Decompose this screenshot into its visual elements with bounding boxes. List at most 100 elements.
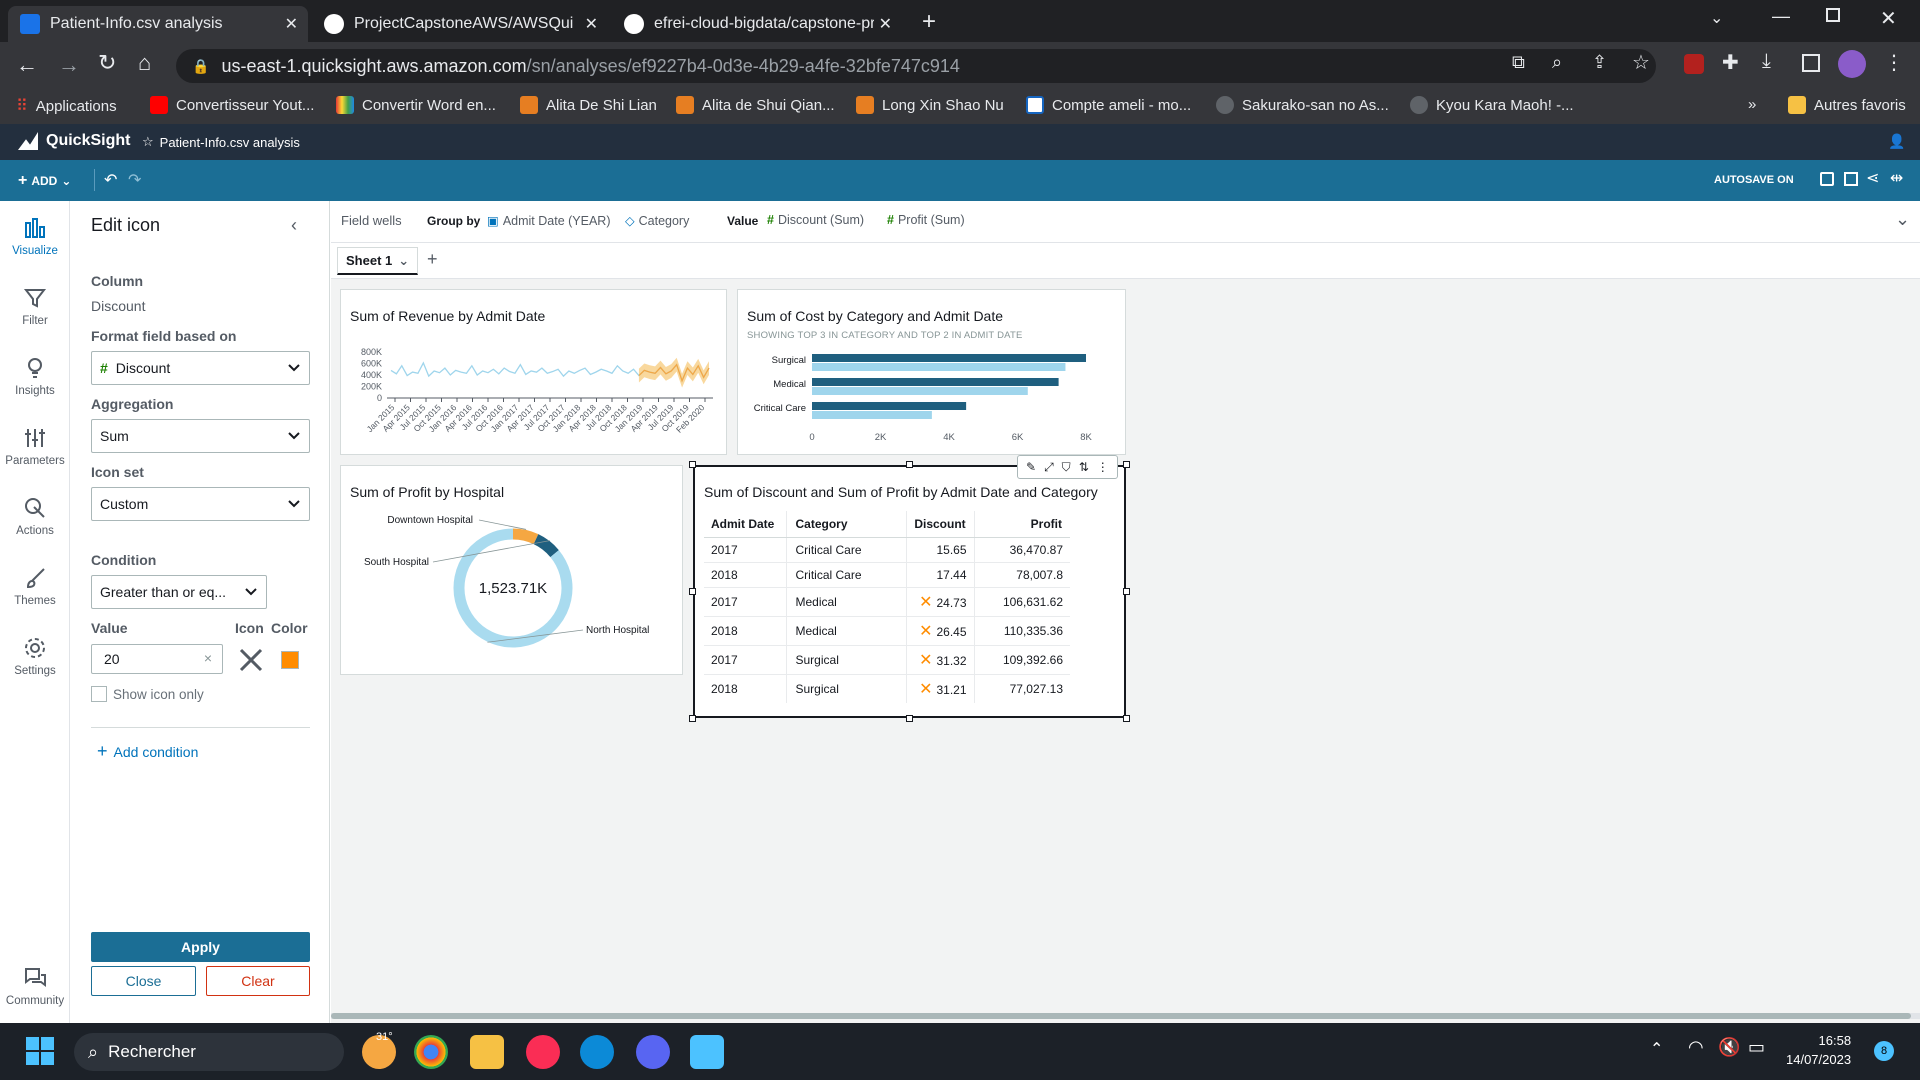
- url-field[interactable]: 🔒 us-east-1.quicksight.aws.amazon.com/sn…: [176, 49, 1656, 83]
- clear-input-icon[interactable]: ×: [204, 650, 212, 666]
- rail-settings[interactable]: Settings: [0, 635, 70, 677]
- rail-themes[interactable]: Themes: [0, 565, 70, 607]
- extensions-icon[interactable]: ✚: [1722, 50, 1739, 75]
- resize-handle[interactable]: [906, 461, 913, 468]
- horizontal-scrollbar[interactable]: [331, 1013, 1920, 1019]
- bookmark-item[interactable]: Long Xin Shao Nu: [856, 96, 1004, 114]
- rail-insights[interactable]: Insights: [0, 355, 70, 397]
- bookmark-item[interactable]: Convertisseur Yout...: [150, 96, 314, 114]
- more-options-icon[interactable]: ⋮: [1097, 460, 1109, 474]
- publish-icon[interactable]: ⇹: [1890, 168, 1903, 188]
- aggregation-select[interactable]: Sum: [91, 419, 310, 453]
- undo-icon[interactable]: ↶: [104, 170, 117, 190]
- column-header[interactable]: Category: [786, 511, 907, 538]
- profile-avatar[interactable]: [1838, 50, 1866, 78]
- edit-pencil-icon[interactable]: ✎: [1026, 460, 1036, 474]
- expand-field-wells-icon[interactable]: ⌄: [1895, 209, 1910, 230]
- share-icon[interactable]: ⇪: [1592, 52, 1607, 73]
- swap-icon[interactable]: ⇅: [1079, 460, 1089, 474]
- bookmark-item[interactable]: Alita de Shui Qian...: [676, 96, 835, 114]
- resize-handle[interactable]: [1123, 588, 1130, 595]
- collapse-panel-icon[interactable]: ‹: [291, 215, 297, 236]
- add-condition-link[interactable]: + Add condition: [97, 741, 198, 762]
- notepad-icon[interactable]: [690, 1035, 724, 1069]
- icon-set-select[interactable]: Custom: [91, 487, 310, 521]
- resize-handle[interactable]: [689, 461, 696, 468]
- resize-handle[interactable]: [689, 715, 696, 722]
- tab-efrei[interactable]: efrei-cloud-bigdata/capstone-pr ✕: [612, 6, 902, 42]
- ublock-icon[interactable]: [1684, 54, 1704, 74]
- file-explorer-icon[interactable]: [470, 1035, 504, 1069]
- checkbox-box[interactable]: [91, 686, 107, 702]
- color-swatch[interactable]: [281, 651, 299, 669]
- value-field[interactable]: # Profit (Sum): [887, 213, 965, 227]
- tab-patient-info[interactable]: Patient-Info.csv analysis ✕: [8, 6, 308, 42]
- rail-visualize[interactable]: Visualize: [0, 215, 70, 257]
- table-row[interactable]: 2017 Critical Care 15.65 36,470.87: [704, 537, 1070, 563]
- resize-handle[interactable]: [1123, 715, 1130, 722]
- home-icon[interactable]: ⌂: [138, 50, 151, 76]
- sidepanel-icon[interactable]: [1802, 54, 1820, 72]
- volume-muted-icon[interactable]: 🔇: [1718, 1037, 1740, 1058]
- clear-button[interactable]: Clear: [206, 966, 310, 996]
- bookmark-item[interactable]: Alita De Shi Lian: [520, 96, 657, 114]
- filter-icon[interactable]: ⛉: [1062, 460, 1071, 475]
- revenue-visual[interactable]: Sum of Revenue by Admit Date 800K 600K 400…: [340, 289, 727, 455]
- column-header[interactable]: Discount: [906, 511, 975, 538]
- restore-button[interactable]: [1826, 8, 1840, 22]
- value-input[interactable]: 20 ×: [91, 644, 223, 674]
- new-tab-button[interactable]: +: [922, 8, 936, 36]
- group-by-field[interactable]: ◇ Category: [625, 213, 689, 229]
- column-header[interactable]: Admit Date: [704, 511, 787, 538]
- browser-menu-icon[interactable]: ⋮: [1884, 50, 1904, 75]
- expand-icon[interactable]: ⤢: [1044, 460, 1054, 475]
- rail-community[interactable]: Community: [0, 965, 70, 1007]
- other-bookmarks[interactable]: Autres favoris: [1788, 96, 1906, 114]
- wifi-icon[interactable]: ◠: [1688, 1037, 1704, 1058]
- tray-chevron-icon[interactable]: ⌃: [1650, 1039, 1663, 1059]
- edge-icon[interactable]: [580, 1035, 614, 1069]
- bookmark-star-icon[interactable]: ☆: [1632, 50, 1650, 75]
- value-field[interactable]: # Discount (Sum): [767, 213, 864, 227]
- add-sheet-button[interactable]: +: [427, 249, 438, 270]
- reload-icon[interactable]: ↻: [98, 50, 116, 76]
- clock[interactable]: 16:58 14/07/2023: [1786, 1031, 1851, 1069]
- rail-parameters[interactable]: Parameters: [0, 425, 70, 467]
- rail-filter[interactable]: Filter: [0, 285, 70, 327]
- discount-profit-table-visual[interactable]: Sum of Discount and Sum of Profit by Adm…: [693, 455, 1126, 718]
- redo-icon[interactable]: ↷: [128, 170, 141, 190]
- cost-visual[interactable]: Sum of Cost by Category and Admit Date S…: [737, 289, 1126, 455]
- tab-projectcapstone[interactable]: ProjectCapstoneAWS/AWSQuickS ✕: [312, 6, 608, 42]
- save-icon[interactable]: [1820, 172, 1834, 186]
- bookmark-applications[interactable]: ⠿ Applications: [16, 96, 117, 116]
- analysis-name[interactable]: ☆ Patient-Info.csv analysis: [142, 134, 300, 150]
- chevron-down-icon[interactable]: ⌄: [398, 253, 409, 269]
- close-tab-icon[interactable]: ✕: [879, 14, 892, 34]
- download-icon[interactable]: ⤓: [1762, 50, 1771, 73]
- condition-select[interactable]: Greater than or eq...: [91, 575, 267, 609]
- tab-search-chevron-icon[interactable]: ⌄: [1710, 8, 1723, 28]
- sheet-tab[interactable]: Sheet 1 ⌄: [337, 247, 419, 275]
- apply-button[interactable]: Apply: [91, 932, 310, 962]
- back-arrow-icon[interactable]: ←: [16, 52, 38, 78]
- bookmark-item[interactable]: Kyou Kara Maoh! -...: [1410, 96, 1574, 114]
- scrollbar-thumb[interactable]: [331, 1013, 1911, 1019]
- format-field-select[interactable]: # Discount: [91, 351, 310, 385]
- column-header[interactable]: Profit: [974, 511, 1070, 538]
- minimize-button[interactable]: —: [1772, 6, 1790, 27]
- resize-handle[interactable]: [1123, 461, 1130, 468]
- table-row[interactable]: 2017 Surgical ✕ 31.32 109,392.66: [704, 645, 1070, 675]
- x-mark-icon[interactable]: [238, 647, 264, 673]
- close-tab-icon[interactable]: ✕: [285, 14, 298, 34]
- table-row[interactable]: 2018 Medical ✕ 26.45 110,335.36: [704, 616, 1070, 646]
- user-icon[interactable]: 👤: [1888, 133, 1905, 150]
- bookmark-item[interactable]: Sakurako-san no As...: [1216, 96, 1389, 114]
- bookmark-item[interactable]: Convertir Word en...: [336, 96, 496, 114]
- profit-visual[interactable]: Sum of Profit by Hospital 1,523.71K Downt…: [340, 465, 683, 675]
- group-by-field[interactable]: ▣ Admit Date (YEAR): [487, 213, 610, 229]
- translate-icon[interactable]: ⧉: [1512, 52, 1525, 73]
- table-row[interactable]: 2018 Surgical ✕ 31.21 77,027.13: [704, 674, 1070, 703]
- add-button[interactable]: + ADD ⌄: [18, 172, 71, 190]
- rail-actions[interactable]: Actions: [0, 495, 70, 537]
- bookmark-item[interactable]: Compte ameli - mo...: [1026, 96, 1191, 114]
